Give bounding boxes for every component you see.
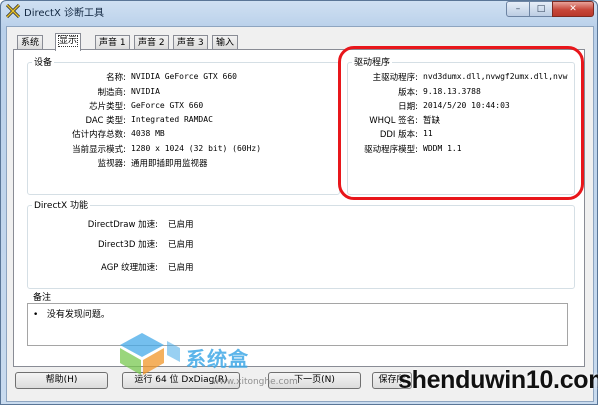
window-title: DirectX 诊断工具 xyxy=(24,8,104,19)
notes-title: 备注 xyxy=(31,290,54,303)
directdraw-value: 已启用 xyxy=(168,220,194,230)
close-icon: ✕ xyxy=(569,4,577,14)
watermark-corner: shenduwin10.com xyxy=(398,366,598,394)
monitor-label: 监视器: xyxy=(97,159,126,169)
minimize-icon: – xyxy=(515,4,521,14)
tab-system[interactable]: 系统 xyxy=(17,35,44,50)
direct3d-label: Direct3D 加速: xyxy=(98,240,158,250)
agp-value: 已启用 xyxy=(168,263,194,273)
notes-item: • 没有发现问题。 xyxy=(33,307,110,320)
memory-value: 4038 MB xyxy=(131,129,165,138)
watermark-brand: 系统盒 xyxy=(186,347,249,371)
close-button[interactable]: ✕ xyxy=(552,1,594,17)
tab-input[interactable]: 输入 xyxy=(212,35,239,50)
direct3d-value: 已启用 xyxy=(168,240,194,250)
tab-sound-1[interactable]: 声音 1 xyxy=(95,35,130,50)
manufacturer-label: 制造商: xyxy=(97,88,126,98)
agp-label: AGP 纹理加速: xyxy=(101,263,158,273)
manufacturer-value: NVIDIA xyxy=(131,87,160,96)
tab-display[interactable]: 显示 xyxy=(55,33,82,51)
chip-type-value: GeForce GTX 660 xyxy=(131,101,204,110)
tab-sound-3[interactable]: 声音 3 xyxy=(173,35,208,50)
display-mode-value: 1280 x 1024 (32 bit) (60Hz) xyxy=(131,144,262,153)
xitonghe-logo-icon xyxy=(120,331,182,380)
directx-app-icon xyxy=(5,3,21,19)
tab-sound-2[interactable]: 声音 2 xyxy=(134,35,169,50)
dac-type-label: DAC 类型: xyxy=(85,116,126,126)
help-button[interactable]: 帮助(H) xyxy=(15,372,108,389)
monitor-value: 通用即插即用监视器 xyxy=(131,159,208,169)
maximize-icon: □ xyxy=(536,4,546,14)
device-group-title: 设备 xyxy=(32,55,55,68)
display-mode-label: 当前显示模式: xyxy=(72,145,126,155)
memory-label: 估计内存总数: xyxy=(72,130,126,140)
watermark-site: www.xitonghe.com xyxy=(212,377,298,387)
device-name-value: NVIDIA GeForce GTX 660 xyxy=(131,72,237,81)
bullet-icon: • xyxy=(33,310,39,320)
highlight-ring xyxy=(338,46,584,200)
directx-features-title: DirectX 功能 xyxy=(32,198,90,211)
chip-type-label: 芯片类型: xyxy=(89,102,126,112)
dac-type-value: Integrated RAMDAC xyxy=(131,115,213,124)
device-name-label: 名称: xyxy=(106,73,126,83)
minimize-button[interactable]: – xyxy=(506,1,530,17)
notes-item-text: 没有发现问题。 xyxy=(46,310,110,320)
maximize-button[interactable]: □ xyxy=(529,1,553,17)
directdraw-label: DirectDraw 加速: xyxy=(87,220,158,230)
